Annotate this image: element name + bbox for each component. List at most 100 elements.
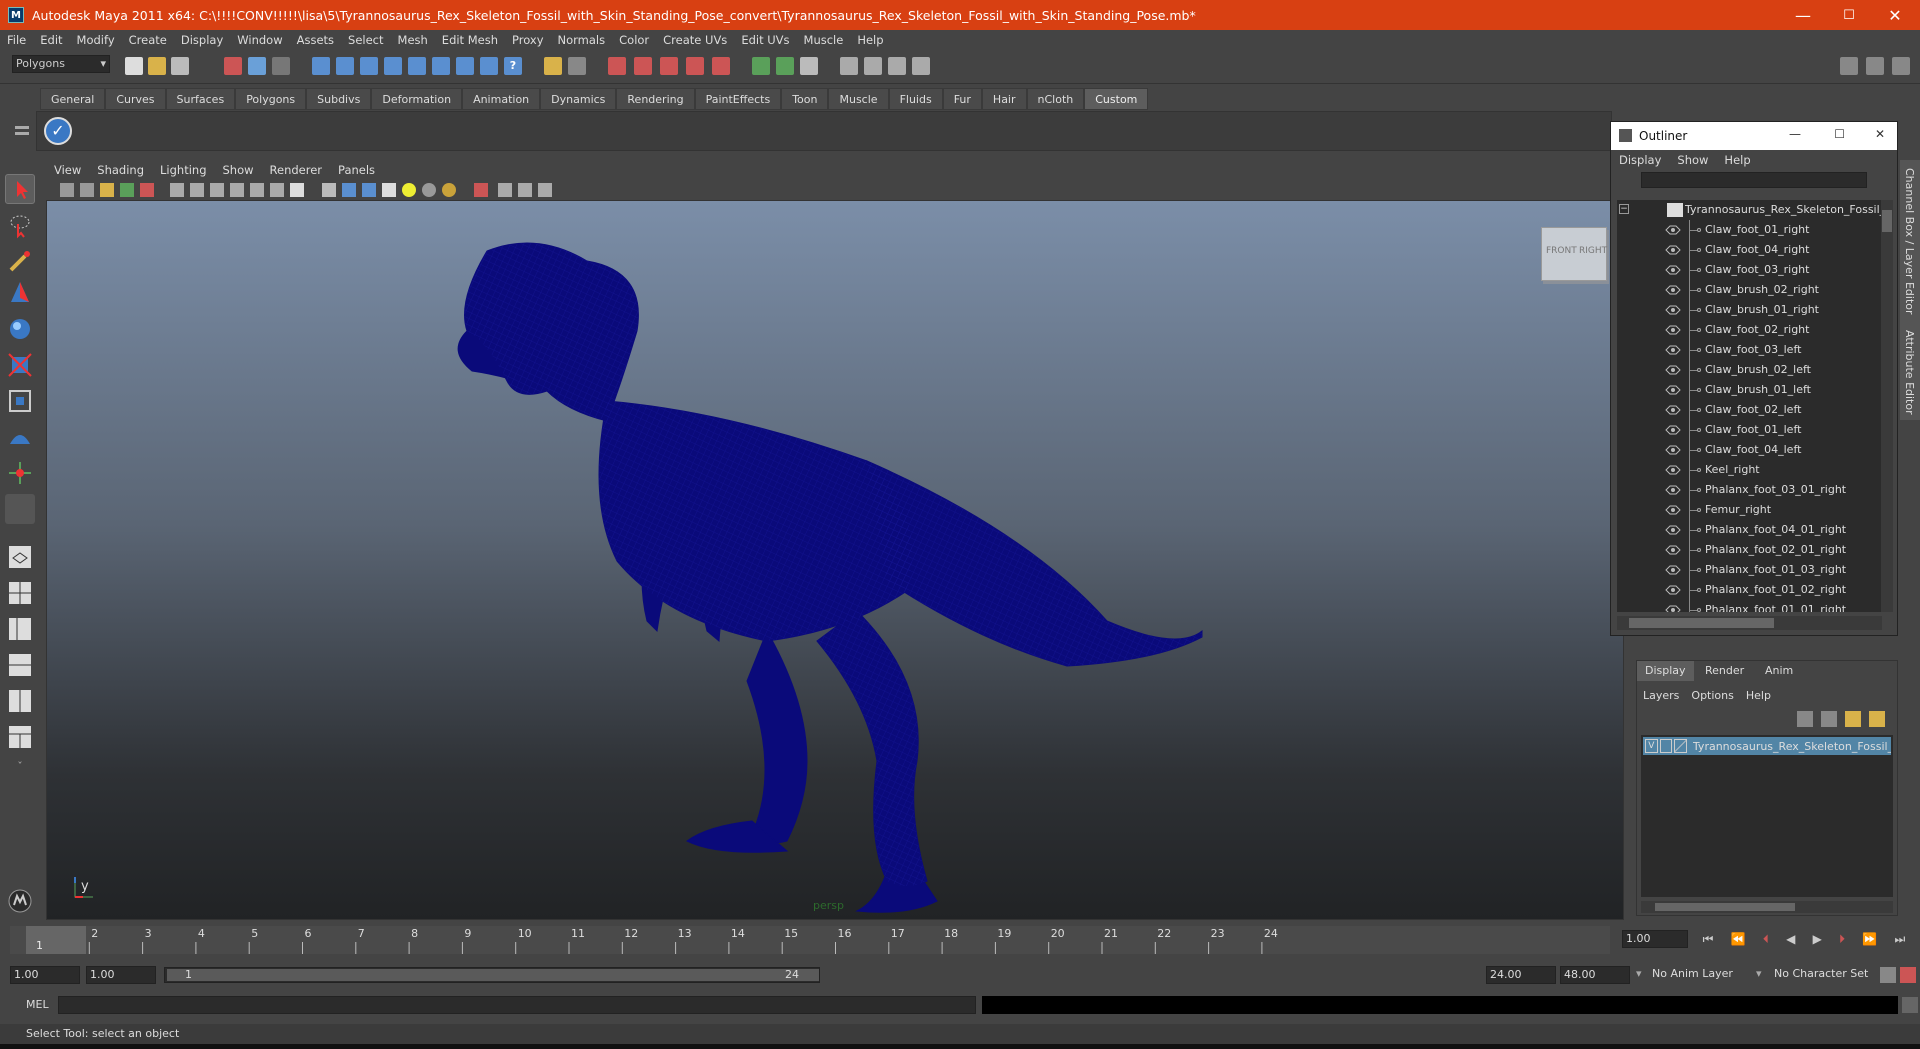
- outliner-minimize-icon[interactable]: —: [1789, 127, 1801, 141]
- trex-wireframe-mesh[interactable]: [47, 201, 1624, 920]
- menu-muscle[interactable]: Muscle: [797, 33, 851, 47]
- construction-history-icon[interactable]: [800, 57, 818, 75]
- ipr-render-icon[interactable]: [888, 57, 906, 75]
- render-settings-icon[interactable]: [912, 57, 930, 75]
- use-all-lights-icon[interactable]: [402, 183, 416, 197]
- shelf-tab-fluids[interactable]: Fluids: [888, 88, 943, 110]
- shelf-tab-surfaces[interactable]: Surfaces: [165, 88, 236, 110]
- outliner-item[interactable]: Claw_brush_02_left: [1617, 360, 1882, 380]
- render-view-icon[interactable]: [840, 57, 858, 75]
- shelf-tab-curves[interactable]: Curves: [105, 88, 166, 110]
- select-curves-icon[interactable]: [360, 57, 378, 75]
- paint-select-tool-icon[interactable]: [5, 246, 35, 276]
- animation-preferences-icon[interactable]: [1900, 967, 1916, 983]
- scale-tool-icon[interactable]: [5, 350, 35, 380]
- layout-single-pane-icon[interactable]: [5, 542, 35, 572]
- time-slider[interactable]: 123456789101112131415161718192021222324 …: [10, 924, 1620, 956]
- toggle-attribute-editor-icon[interactable]: [1840, 57, 1858, 75]
- menu-proxy[interactable]: Proxy: [505, 33, 551, 47]
- outliner-item[interactable]: Femur_right: [1617, 500, 1882, 520]
- textured-icon[interactable]: [382, 183, 396, 197]
- last-tool-icon[interactable]: [5, 494, 35, 524]
- pick-mask-icon[interactable]: [312, 57, 330, 75]
- layout-persp-graph-hypershade-icon[interactable]: [5, 722, 35, 752]
- mel-label[interactable]: MEL: [26, 998, 49, 1011]
- snap-grid-icon[interactable]: [608, 57, 626, 75]
- output-ops-icon[interactable]: [776, 57, 794, 75]
- character-set-select[interactable]: No Character Set: [1774, 967, 1868, 980]
- select-tool-icon[interactable]: [5, 174, 35, 204]
- input-ops-icon[interactable]: [752, 57, 770, 75]
- outliner-menu-show[interactable]: Show: [1669, 153, 1716, 167]
- minimize-button[interactable]: —: [1780, 0, 1826, 30]
- select-object-icon[interactable]: [248, 57, 266, 75]
- outliner-item[interactable]: Claw_foot_03_left: [1617, 340, 1882, 360]
- field-chart-icon[interactable]: [250, 183, 264, 197]
- outliner-root-item[interactable]: − Tyrannosaurus_Rex_Skeleton_Fossil_wit: [1617, 200, 1882, 220]
- menu-assets[interactable]: Assets: [290, 33, 341, 47]
- menu-normals[interactable]: Normals: [551, 33, 613, 47]
- shelf-tab-dynamics[interactable]: Dynamics: [540, 88, 617, 110]
- maya-logo-icon[interactable]: [5, 886, 35, 916]
- playback-end-field[interactable]: 24.00: [1486, 966, 1556, 984]
- layer-tab-render[interactable]: Render: [1697, 661, 1752, 681]
- select-dynamics-icon[interactable]: [432, 57, 450, 75]
- outliner-filter-input[interactable]: [1641, 172, 1867, 188]
- xray-joints-icon[interactable]: [518, 183, 532, 197]
- shelf-menu-icon[interactable]: [14, 116, 30, 152]
- safe-action-icon[interactable]: [270, 183, 284, 197]
- wireframe-on-shaded-icon[interactable]: [362, 183, 376, 197]
- outliner-item[interactable]: Phalanx_foot_01_03_right: [1617, 560, 1882, 580]
- toggle-tool-settings-icon[interactable]: [1866, 57, 1884, 75]
- rotate-tool-icon[interactable]: [5, 314, 35, 344]
- vp-menu-renderer[interactable]: Renderer: [262, 163, 331, 177]
- menu-edit-uvs[interactable]: Edit UVs: [734, 33, 796, 47]
- view-cube[interactable]: FRONT RIGHT: [1541, 227, 1607, 281]
- outliner-item[interactable]: Claw_foot_03_right: [1617, 260, 1882, 280]
- gate-mask-icon[interactable]: [230, 183, 244, 197]
- outliner-maximize-icon[interactable]: ☐: [1834, 127, 1845, 141]
- outliner-horizontal-scrollbar[interactable]: [1617, 616, 1882, 630]
- attribute-editor-tab[interactable]: Attribute Editor: [1903, 330, 1916, 415]
- layer-move-up-icon[interactable]: [1797, 711, 1813, 727]
- layer-menu-layers[interactable]: Layers: [1637, 689, 1685, 702]
- shelf-tab-rendering[interactable]: Rendering: [616, 88, 695, 110]
- highlight-selection-icon[interactable]: [568, 57, 586, 75]
- outliner-item[interactable]: Phalanx_foot_04_01_right: [1617, 520, 1882, 540]
- film-gate-icon[interactable]: [190, 183, 204, 197]
- outliner-item[interactable]: Claw_foot_04_right: [1617, 240, 1882, 260]
- current-time-field[interactable]: 1.00: [1622, 930, 1688, 948]
- select-misc-icon[interactable]: [480, 57, 498, 75]
- shadows-icon[interactable]: [422, 183, 436, 197]
- anim-layer-select[interactable]: No Anim Layer: [1652, 967, 1733, 980]
- render-current-frame-icon[interactable]: [864, 57, 882, 75]
- menu-window[interactable]: Window: [230, 33, 289, 47]
- shelf-tab-ncloth[interactable]: nCloth: [1026, 88, 1085, 110]
- chevron-down-icon[interactable]: ▾: [1636, 967, 1642, 980]
- animation-end-field[interactable]: 48.00: [1560, 966, 1630, 984]
- snap-curve-icon[interactable]: [634, 57, 652, 75]
- outliner-item[interactable]: Keel_right: [1617, 460, 1882, 480]
- outliner-menu-display[interactable]: Display: [1611, 153, 1669, 167]
- outliner-item[interactable]: Claw_brush_02_right: [1617, 280, 1882, 300]
- layer-tab-anim[interactable]: Anim: [1757, 661, 1801, 681]
- make-live-icon[interactable]: [712, 57, 730, 75]
- current-frame-highlight[interactable]: [26, 926, 86, 954]
- menu-help[interactable]: Help: [850, 33, 890, 47]
- shelf-tab-custom[interactable]: Custom: [1084, 88, 1149, 110]
- layer-visibility-toggle[interactable]: V: [1645, 739, 1658, 753]
- isolate-select-icon[interactable]: [474, 183, 488, 197]
- step-forward-frame-icon[interactable]: ⏵: [1839, 932, 1845, 948]
- resolution-gate-icon[interactable]: [210, 183, 224, 197]
- outliner-vertical-scrollbar[interactable]: [1881, 200, 1893, 612]
- outliner-menu-help[interactable]: Help: [1716, 153, 1758, 167]
- range-slider[interactable]: 1 24: [164, 967, 820, 983]
- menu-set-select[interactable]: Polygons ▾: [12, 55, 110, 73]
- toolbox-expand-icon[interactable]: ˇ: [5, 760, 35, 776]
- menu-color[interactable]: Color: [612, 33, 656, 47]
- play-backward-icon[interactable]: ◀: [1786, 932, 1795, 948]
- soft-modification-icon[interactable]: [5, 422, 35, 452]
- step-back-key-icon[interactable]: ⏪: [1731, 932, 1746, 948]
- select-hierarchy-icon[interactable]: [224, 57, 242, 75]
- open-scene-icon[interactable]: [148, 57, 166, 75]
